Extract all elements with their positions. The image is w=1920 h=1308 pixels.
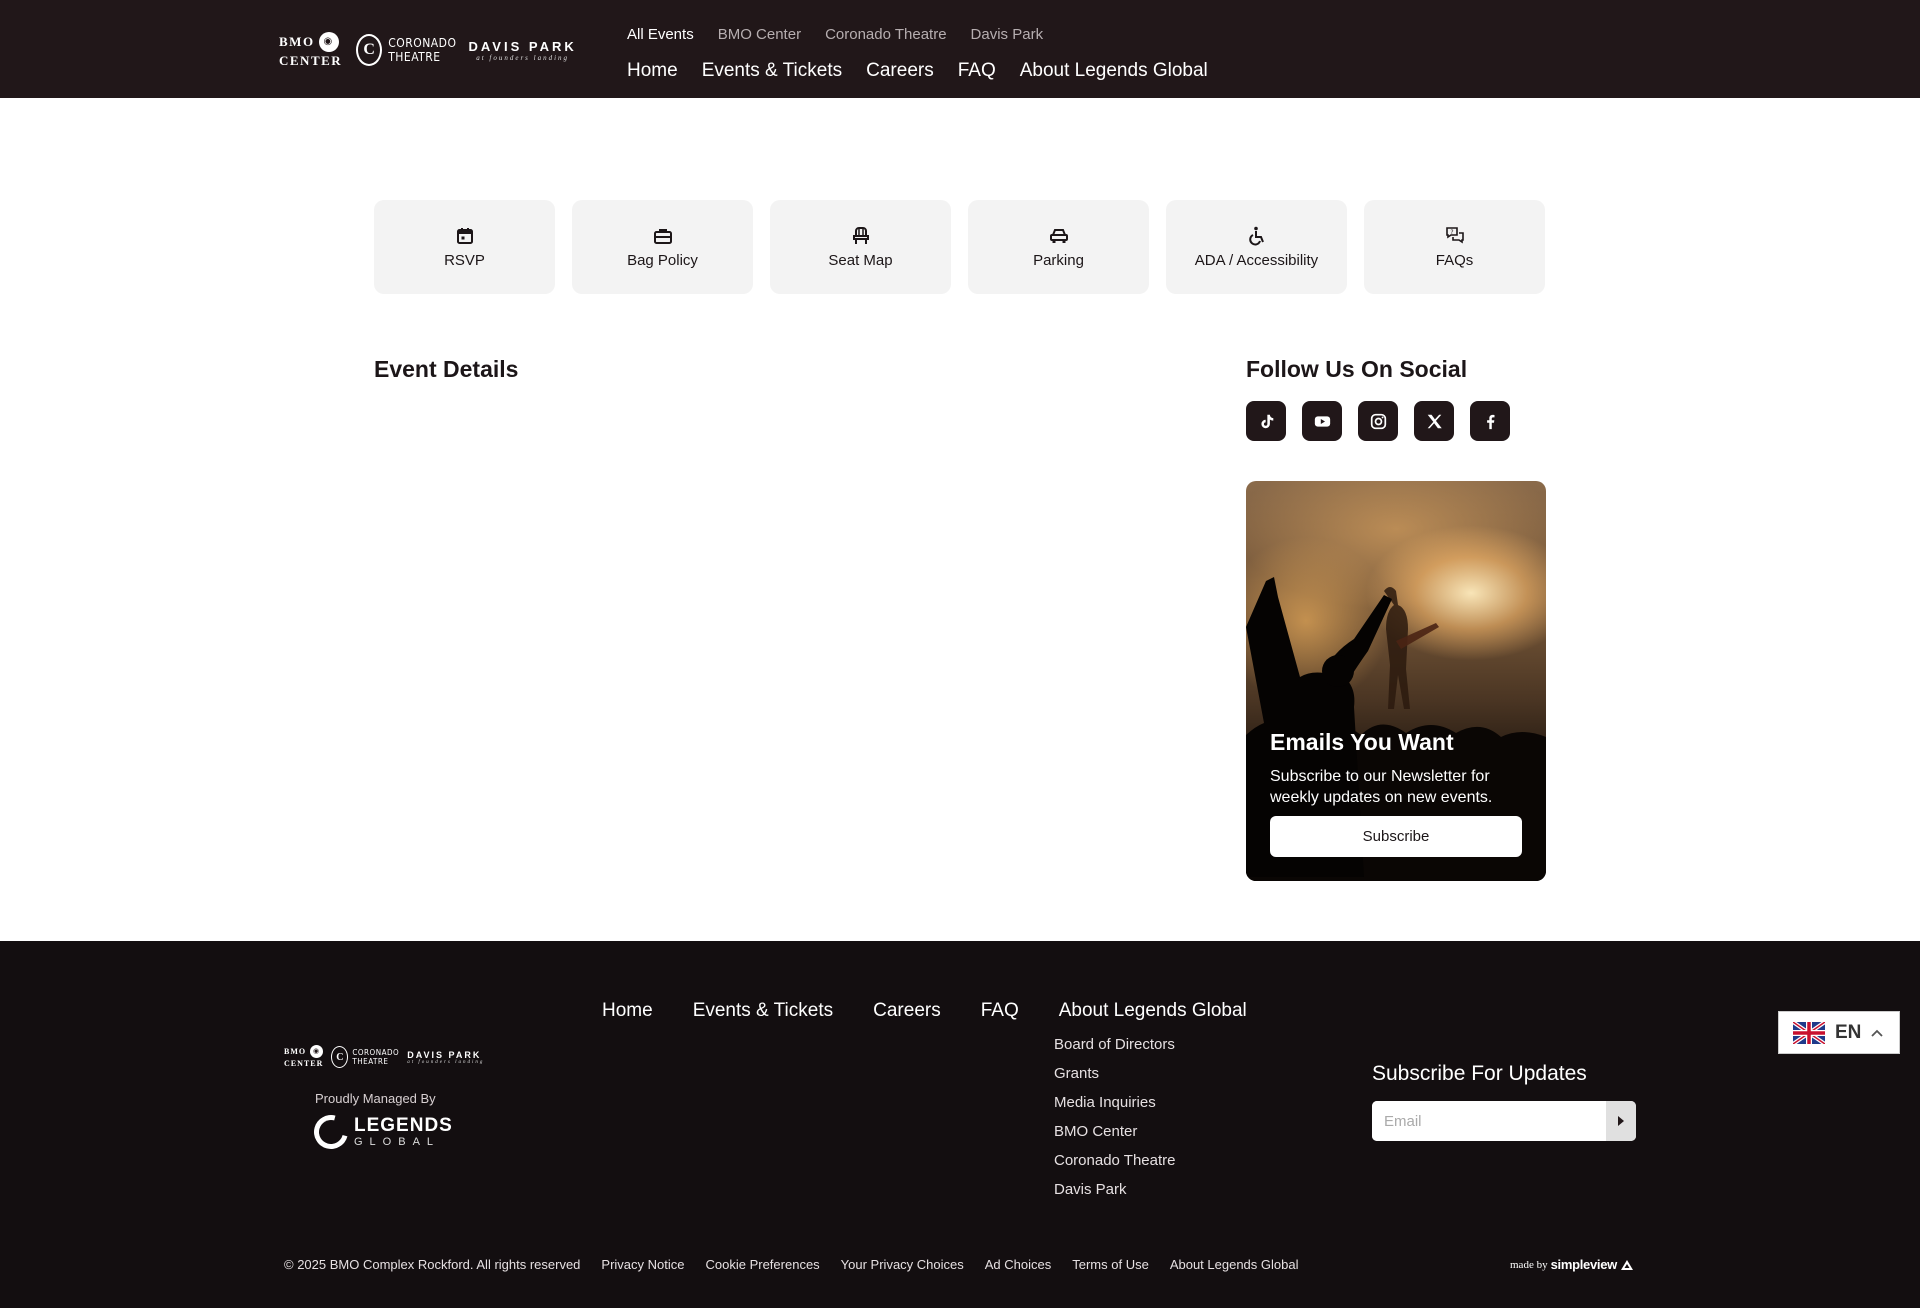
email-subscribe-form [1372,1101,1636,1141]
bmo-center-logo: BMO ◉ CENTER [279,31,342,69]
subscribe-button[interactable]: Subscribe [1270,816,1522,857]
made-by-simpleview[interactable]: made by simpleview [1510,1257,1634,1272]
quick-link-rsvp[interactable]: RSVP [374,200,555,294]
x-icon [1427,414,1442,428]
footer-venue-logos[interactable]: BMO ◉ CENTER C CORONADO THEATRE DAVIS PARK… [284,1045,484,1069]
main-nav: Home Events & Tickets Careers FAQ About … [627,60,1208,82]
language-selector[interactable]: EN [1778,1011,1900,1054]
youtube-icon [1314,415,1330,427]
car-icon [1049,228,1068,243]
subnav-all-events[interactable]: All Events [627,26,694,43]
nav-faq[interactable]: FAQ [958,60,996,82]
subnav-davis-park[interactable]: Davis Park [971,26,1044,43]
svg-text:?: ? [1450,229,1453,236]
nav-careers[interactable]: Careers [866,60,934,82]
subnav-bmo-center[interactable]: BMO Center [718,26,801,43]
coronado-c-icon: C [356,34,383,66]
cookie-preferences-link[interactable]: Cookie Preferences [706,1257,820,1272]
coronado-theatre-logo: C CORONADO THEATRE [356,34,456,66]
ad-choices-link[interactable]: Ad Choices [985,1257,1051,1272]
event-details-heading: Event Details [374,356,519,382]
language-code: EN [1835,1021,1862,1043]
terms-of-use-link[interactable]: Terms of Use [1072,1257,1149,1272]
briefcase-icon [653,228,672,244]
bmo-logo-icon: ◉ [310,1045,324,1058]
davis-park-logo: DAVIS PARK at founders landing [468,38,577,62]
newsletter-promo-card: Emails You Want Subscribe to our Newslet… [1246,481,1546,881]
venue-subnav: All Events BMO Center Coronado Theatre D… [627,26,1043,43]
youtube-link[interactable] [1302,401,1342,441]
footer-nav: Home Events & Tickets Careers FAQ About … [602,1000,1247,1022]
venue-logos[interactable]: BMO ◉ CENTER C CORONADO THEATRE DAVIS PARK… [279,30,577,70]
footer-link-media-inquiries[interactable]: Media Inquiries [1054,1094,1175,1112]
privacy-notice-link[interactable]: Privacy Notice [601,1257,684,1272]
quick-links: RSVP Bag Policy Seat Map Parking ADA / A… [374,200,1545,294]
footer-bottom-links: © 2025 BMO Complex Rockford. All rights … [284,1257,1298,1272]
site-header: BMO ◉ CENTER C CORONADO THEATRE DAVIS PARK… [0,0,1920,98]
footer-link-grants[interactable]: Grants [1054,1065,1175,1083]
nav-about-legends-global[interactable]: About Legends Global [1020,60,1208,82]
subnav-coronado-theatre[interactable]: Coronado Theatre [825,26,946,43]
managed-by-label: Proudly Managed By [315,1091,436,1106]
x-link[interactable] [1414,401,1454,441]
tiktok-icon [1260,414,1273,428]
instagram-icon [1370,413,1386,429]
nav-home[interactable]: Home [627,60,678,82]
coronado-c-icon: C [331,1046,349,1068]
simpleview-logo-icon [1620,1259,1633,1270]
quick-link-seat-map[interactable]: Seat Map [770,200,951,294]
footer-bmo-center-logo: BMO ◉ CENTER [284,1045,324,1068]
footer-link-davis-park[interactable]: Davis Park [1054,1181,1175,1199]
instagram-link[interactable] [1358,401,1398,441]
footer-nav-events-tickets[interactable]: Events & Tickets [693,1000,833,1022]
uk-flag-icon [1793,1021,1825,1044]
subscribe-updates-heading: Subscribe For Updates [1372,1062,1587,1085]
footer-nav-faq[interactable]: FAQ [981,1000,1019,1022]
chair-icon [852,226,869,244]
legends-global-logo[interactable]: LEGENDS GLOBAL [307,1108,453,1156]
tiktok-link[interactable] [1246,401,1286,441]
facebook-link[interactable] [1470,401,1510,441]
play-arrow-icon [1618,1116,1624,1126]
footer-davis-park-logo: DAVIS PARK at founders landing [407,1049,485,1065]
legends-ring-icon [307,1108,355,1156]
copyright-text: © 2025 BMO Complex Rockford. All rights … [284,1257,581,1272]
footer-link-board-of-directors[interactable]: Board of Directors [1054,1036,1175,1054]
footer-about-submenu: Board of Directors Grants Media Inquirie… [1054,1036,1175,1199]
chat-question-icon: ? [1445,226,1464,243]
site-footer: BMO ◉ CENTER C CORONADO THEATRE DAVIS PARK… [0,941,1920,1308]
footer-nav-about-legends-global[interactable]: About Legends Global [1059,1000,1247,1022]
your-privacy-choices-link[interactable]: Your Privacy Choices [841,1257,964,1272]
social-links [1246,401,1510,441]
about-legends-global-link[interactable]: About Legends Global [1170,1257,1299,1272]
follow-us-heading: Follow Us On Social [1246,356,1468,382]
email-input[interactable] [1372,1101,1606,1141]
chevron-up-icon [1871,1029,1884,1037]
footer-coronado-theatre-logo: C CORONADO THEATRE [331,1046,399,1068]
bmo-logo-icon: ◉ [318,31,339,52]
nav-events-tickets[interactable]: Events & Tickets [702,60,842,82]
footer-link-coronado-theatre[interactable]: Coronado Theatre [1054,1152,1175,1170]
calendar-icon [456,227,473,244]
wheelchair-icon [1248,226,1264,245]
quick-link-bag-policy[interactable]: Bag Policy [572,200,753,294]
quick-link-ada-accessibility[interactable]: ADA / Accessibility [1166,200,1347,294]
facebook-icon [1486,414,1494,429]
email-submit-button[interactable] [1606,1101,1636,1141]
promo-text: Subscribe to our Newsletter for weekly u… [1270,768,1493,806]
quick-link-faqs[interactable]: ? FAQs [1364,200,1545,294]
footer-nav-careers[interactable]: Careers [873,1000,941,1022]
promo-title: Emails You Want [1270,729,1454,755]
quick-link-parking[interactable]: Parking [968,200,1149,294]
footer-nav-home[interactable]: Home [602,1000,653,1022]
footer-link-bmo-center[interactable]: BMO Center [1054,1123,1175,1141]
